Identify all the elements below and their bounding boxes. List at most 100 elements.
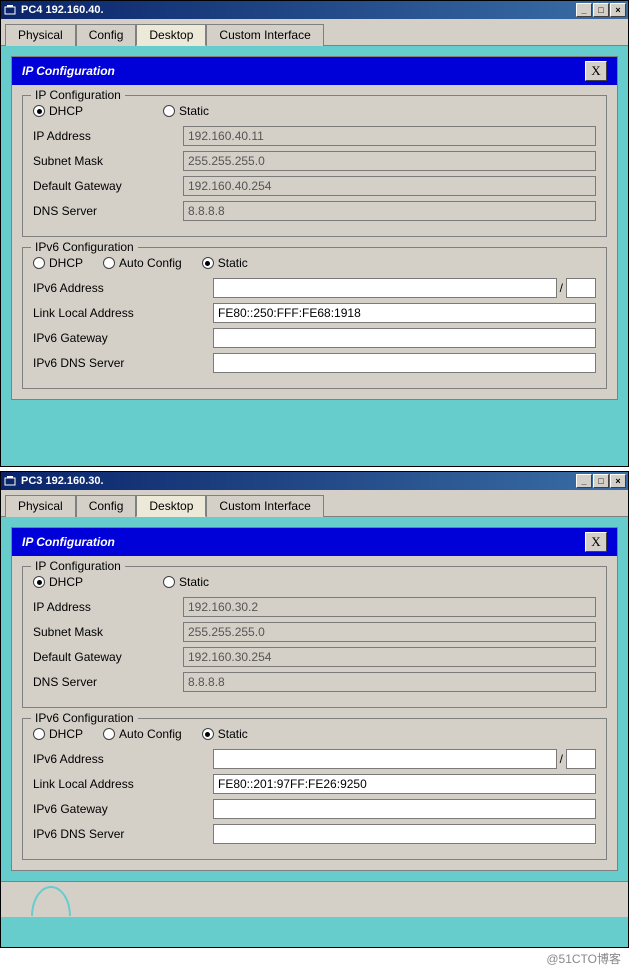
tab-desktop[interactable]: Desktop [136,495,206,517]
static-label: Static [179,575,209,589]
dns-server-field[interactable] [183,201,596,221]
static-option[interactable]: Static [163,575,209,589]
radio-ipv6-auto[interactable] [103,728,115,740]
tab-config[interactable]: Config [76,495,137,517]
ipv6-auto-option[interactable]: Auto Config [103,727,182,741]
prefix-slash: / [557,281,566,295]
window-controls: _ □ × [576,474,626,488]
dhcp-option[interactable]: DHCP [33,575,83,589]
ipv6-static-option[interactable]: Static [202,727,248,741]
ipv6-dns-field[interactable] [213,824,596,844]
ipv6-static-option[interactable]: Static [202,256,248,270]
desktop-content: IP Configuration X IP Configuration DHCP… [1,517,628,947]
prefix-slash: / [557,752,566,766]
ip-address-field[interactable] [183,126,596,146]
ip-config-legend: IP Configuration [31,559,125,573]
title-bar[interactable]: PC4 192.160.40. _ □ × [1,1,628,19]
static-option[interactable]: Static [163,104,209,118]
tab-row: Physical Config Desktop Custom Interface [1,19,628,46]
dns-server-label: DNS Server [33,675,183,689]
tab-desktop[interactable]: Desktop [136,24,206,46]
radio-ipv6-auto[interactable] [103,257,115,269]
dhcp-label: DHCP [49,104,83,118]
ip-address-field[interactable] [183,597,596,617]
watermark: @51CTO博客 [0,948,629,969]
tab-custom-interface[interactable]: Custom Interface [206,24,323,46]
maximize-button[interactable]: □ [593,474,609,488]
dhcp-option[interactable]: DHCP [33,104,83,118]
globe-icon [31,886,71,916]
ipv6-configuration-group: IPv6 Configuration DHCP Auto Config Stat… [22,718,607,860]
radio-static[interactable] [163,576,175,588]
tab-custom-interface[interactable]: Custom Interface [206,495,323,517]
ipv6-auto-option[interactable]: Auto Config [103,256,182,270]
ipv6-config-legend: IPv6 Configuration [31,711,138,725]
ipv6-prefix-field[interactable] [566,278,596,298]
radio-ipv6-static[interactable] [202,257,214,269]
ipv6-mode-row: DHCP Auto Config Static [33,256,596,270]
ipv6-dns-field[interactable] [213,353,596,373]
ipv6-auto-label: Auto Config [119,727,182,741]
tab-physical[interactable]: Physical [5,495,76,517]
ipv6-prefix-field[interactable] [566,749,596,769]
ipv6-gateway-label: IPv6 Gateway [33,802,213,816]
ipv6-gateway-field[interactable] [213,799,596,819]
ipv6-static-label: Static [218,256,248,270]
radio-dhcp[interactable] [33,576,45,588]
ipv6-dhcp-option[interactable]: DHCP [33,256,83,270]
radio-ipv6-dhcp[interactable] [33,728,45,740]
default-gateway-field[interactable] [183,647,596,667]
radio-ipv6-static[interactable] [202,728,214,740]
radio-ipv6-dhcp[interactable] [33,257,45,269]
tab-physical[interactable]: Physical [5,24,76,46]
ip-configuration-panel: IP Configuration X IP Configuration DHCP… [11,527,618,871]
default-gateway-label: Default Gateway [33,179,183,193]
ipv6-address-field[interactable] [213,749,557,769]
ipv6-dns-label: IPv6 DNS Server [33,827,213,841]
radio-static[interactable] [163,105,175,117]
ipv6-configuration-group: IPv6 Configuration DHCP Auto Config Stat… [22,247,607,389]
ipv6-dhcp-option[interactable]: DHCP [33,727,83,741]
window-pc4: PC4 192.160.40. _ □ × Physical Config De… [0,0,629,467]
link-local-label: Link Local Address [33,306,213,320]
ipv6-auto-label: Auto Config [119,256,182,270]
app-icon [3,3,17,17]
ipv6-gateway-label: IPv6 Gateway [33,331,213,345]
minimize-button[interactable]: _ [576,474,592,488]
default-gateway-field[interactable] [183,176,596,196]
panel-title: IP Configuration [22,535,585,549]
window-pc3: PC3 192.160.30. _ □ × Physical Config De… [0,471,629,948]
panel-close-button[interactable]: X [585,532,607,552]
close-button[interactable]: × [610,474,626,488]
static-label: Static [179,104,209,118]
ipv6-address-field[interactable] [213,278,557,298]
subnet-mask-field[interactable] [183,622,596,642]
desktop-content: IP Configuration X IP Configuration DHCP… [1,46,628,466]
radio-dhcp[interactable] [33,105,45,117]
ipv6-dns-label: IPv6 DNS Server [33,356,213,370]
title-bar[interactable]: PC3 192.160.30. _ □ × [1,472,628,490]
desktop-bottom-strip [1,881,628,917]
maximize-button[interactable]: □ [593,3,609,17]
window-controls: _ □ × [576,3,626,17]
minimize-button[interactable]: _ [576,3,592,17]
subnet-mask-field[interactable] [183,151,596,171]
default-gateway-label: Default Gateway [33,650,183,664]
ip-address-label: IP Address [33,129,183,143]
ipv6-mode-row: DHCP Auto Config Static [33,727,596,741]
tab-row: Physical Config Desktop Custom Interface [1,490,628,517]
ipv6-config-legend: IPv6 Configuration [31,240,138,254]
panel-close-button[interactable]: X [585,61,607,81]
link-local-field[interactable] [213,774,596,794]
ip-configuration-group: IP Configuration DHCP Static IP Address … [22,566,607,708]
link-local-field[interactable] [213,303,596,323]
link-local-label: Link Local Address [33,777,213,791]
tab-config[interactable]: Config [76,24,137,46]
subnet-mask-label: Subnet Mask [33,625,183,639]
dns-server-field[interactable] [183,672,596,692]
close-button[interactable]: × [610,3,626,17]
ipv6-address-label: IPv6 Address [33,281,213,295]
app-icon [3,474,17,488]
ipv6-gateway-field[interactable] [213,328,596,348]
ipv6-dhcp-label: DHCP [49,727,83,741]
